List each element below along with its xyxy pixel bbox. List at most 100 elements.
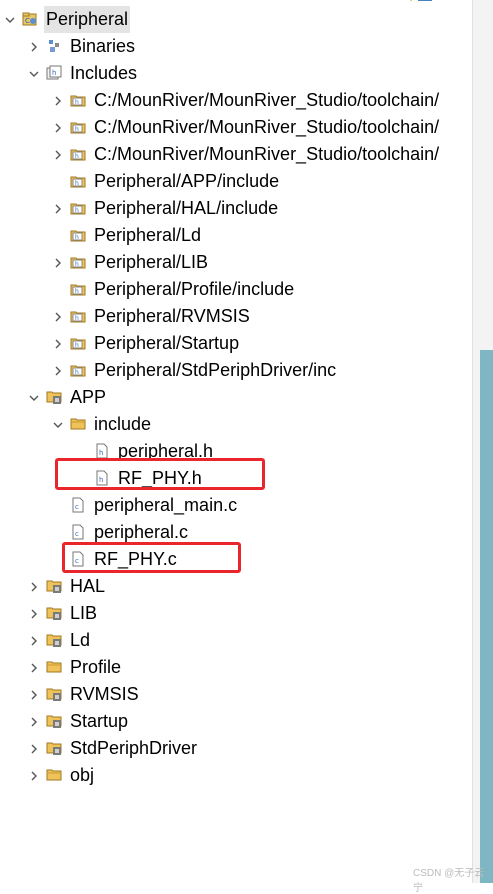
tree-item[interactable]: h Peripheral/Profile/include [0, 276, 472, 303]
source-folder-icon [46, 605, 62, 621]
tree-item-label: C:/MounRiver/MounRiver_Studio/toolchain/ [94, 117, 440, 137]
tree-item-label: Peripheral/Ld [94, 225, 202, 245]
tree-item[interactable]: h C:/MounRiver/MounRiver_Studio/toolchain… [0, 87, 472, 114]
chevron-right-icon[interactable] [52, 114, 64, 141]
tree-item-label: Peripheral/Startup [94, 333, 240, 353]
tree-item[interactable]: obj [0, 762, 472, 789]
tree-item[interactable]: include [0, 411, 472, 438]
svg-text:h: h [52, 69, 56, 77]
chevron-right-icon[interactable] [52, 330, 64, 357]
chevron-down-icon[interactable] [28, 60, 40, 87]
chevron-right-icon[interactable] [28, 627, 40, 654]
chevron-right-icon[interactable] [28, 654, 40, 681]
include-folder-icon: h [70, 146, 86, 162]
chevron-down-icon[interactable] [28, 384, 40, 411]
tree-item-label: Startup [70, 711, 129, 731]
chevron-right-icon[interactable] [28, 681, 40, 708]
tree-item[interactable]: Ld [0, 627, 472, 654]
tree-item-label: StdPeriphDriver [70, 738, 198, 758]
include-folder-icon: h [70, 254, 86, 270]
svg-text:h: h [75, 207, 79, 214]
header-file-icon: h [94, 443, 110, 459]
tree-item[interactable]: h Peripheral/Ld [0, 222, 472, 249]
tree-item-label: Peripheral/RVMSIS [94, 306, 250, 326]
chevron-down-icon[interactable] [4, 6, 16, 33]
svg-text:c: c [75, 530, 79, 538]
includes-icon: h [46, 65, 62, 81]
tree-item[interactable]: Profile [0, 654, 472, 681]
include-folder-icon: h [70, 92, 86, 108]
include-folder-icon: h [70, 362, 86, 378]
chevron-right-icon[interactable] [28, 600, 40, 627]
tree-item-label: Binaries [70, 36, 136, 56]
chevron-right-icon[interactable] [52, 141, 64, 168]
tree-item[interactable]: h Peripheral/HAL/include [0, 195, 472, 222]
include-folder-icon: h [70, 173, 86, 189]
source-folder-icon [46, 686, 62, 702]
svg-text:c: c [75, 503, 79, 511]
c-file-icon: c [70, 524, 86, 540]
svg-text:h: h [75, 261, 79, 268]
tree-item[interactable]: h Peripheral/StdPeriphDriver/inc [0, 357, 472, 384]
include-folder-icon: h [70, 200, 86, 216]
svg-text:C: C [25, 17, 30, 25]
vertical-scrollbar-thumb[interactable] [480, 350, 493, 883]
tree-item-label: Peripheral/HAL/include [94, 198, 279, 218]
include-folder-icon: h [70, 308, 86, 324]
tree-item-label: Includes [70, 63, 138, 83]
tree-item[interactable]: APP [0, 384, 472, 411]
tree-item-label: Ld [70, 630, 91, 650]
tree-item-label: HAL [70, 576, 106, 596]
chevron-right-icon[interactable] [28, 573, 40, 600]
tree-item-label: peripheral_main.c [94, 495, 238, 515]
tree-item[interactable]: h Peripheral/Startup [0, 330, 472, 357]
tree-item-label: Peripheral/StdPeriphDriver/inc [94, 360, 337, 380]
source-folder-icon [46, 389, 62, 405]
tree-item[interactable]: Binaries [0, 33, 472, 60]
svg-text:h: h [75, 234, 79, 241]
tree-item[interactable]: h C:/MounRiver/MounRiver_Studio/toolchain… [0, 114, 472, 141]
tree-item[interactable]: RVMSIS [0, 681, 472, 708]
tree-item[interactable]: h Peripheral/APP/include [0, 168, 472, 195]
tree-item[interactable]: StdPeriphDriver [0, 735, 472, 762]
tree-item[interactable]: h C:/MounRiver/MounRiver_Studio/toolchain… [0, 141, 472, 168]
tree-item-label: Peripheral/LIB [94, 252, 209, 272]
chevron-right-icon[interactable] [52, 195, 64, 222]
chevron-right-icon[interactable] [52, 303, 64, 330]
tree-item[interactable]: Startup [0, 708, 472, 735]
folder-icon [46, 659, 62, 675]
c-file-icon: c [70, 497, 86, 513]
chevron-right-icon[interactable] [28, 735, 40, 762]
tree-item[interactable]: c peripheral_main.c [0, 492, 472, 519]
source-folder-icon [46, 632, 62, 648]
folder-icon [46, 767, 62, 783]
svg-text:h: h [75, 99, 79, 106]
include-folder-icon: h [70, 281, 86, 297]
source-folder-icon [46, 740, 62, 756]
tree-item-label: Peripheral [44, 6, 131, 33]
chevron-right-icon[interactable] [52, 249, 64, 276]
annotation-box-rf-phy-h [55, 458, 265, 490]
chevron-right-icon[interactable] [52, 87, 64, 114]
binaries-icon [46, 38, 62, 54]
chevron-right-icon[interactable] [52, 357, 64, 384]
tree-item-label: RVMSIS [70, 684, 139, 704]
chevron-right-icon[interactable] [28, 708, 40, 735]
tree-item[interactable]: h Includes [0, 60, 472, 87]
chevron-down-icon[interactable] [52, 411, 64, 438]
chevron-right-icon[interactable] [28, 762, 40, 789]
toolbar-icons [376, 0, 436, 4]
svg-text:h: h [75, 342, 79, 349]
tree-item[interactable]: LIB [0, 600, 472, 627]
include-folder-icon: h [70, 335, 86, 351]
tree-item[interactable]: h Peripheral/LIB [0, 249, 472, 276]
tree-item[interactable]: h Peripheral/RVMSIS [0, 303, 472, 330]
tree-item[interactable]: C Peripheral [0, 6, 472, 33]
project-icon: C [22, 11, 38, 27]
chevron-right-icon[interactable] [28, 33, 40, 60]
tree-item-label: C:/MounRiver/MounRiver_Studio/toolchain/ [94, 90, 440, 110]
project-explorer-tree: C Peripheral Binaries h Includes h C:/MounRive… [0, 0, 472, 883]
tree-item-label: include [94, 414, 152, 434]
tree-item[interactable]: HAL [0, 573, 472, 600]
svg-text:h: h [75, 315, 79, 322]
